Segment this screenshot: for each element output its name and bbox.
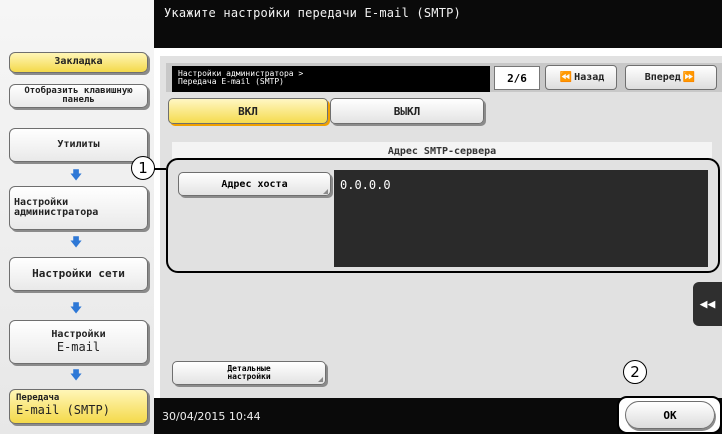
double-right-arrow-icon: ⏩ bbox=[682, 72, 696, 83]
off-toggle-button[interactable]: ВЫКЛ bbox=[330, 98, 484, 124]
down-arrow-icon: 🡇 bbox=[69, 301, 83, 315]
collapse-panel-icon[interactable]: ◀◀ bbox=[693, 282, 722, 326]
nav-step-admin-settings[interactable]: Настройки администратора bbox=[9, 186, 148, 230]
callout-number-2: 2 bbox=[623, 360, 647, 384]
back-button-label: Назад bbox=[574, 72, 605, 83]
callout-number-1: 1 bbox=[131, 156, 155, 180]
detail-settings-label: Детальные настройки bbox=[227, 365, 270, 381]
bookmark-button[interactable]: Закладка bbox=[9, 52, 148, 73]
forward-button[interactable]: Вперед ⏩ bbox=[625, 65, 717, 90]
nav-step-utilities[interactable]: Утилиты bbox=[9, 128, 148, 162]
corner-mark-icon bbox=[318, 377, 323, 382]
header-bar: Укажите настройки передачи E-mail (SMTP) bbox=[154, 0, 722, 48]
detail-settings-button[interactable]: Детальные настройки bbox=[172, 361, 326, 385]
nav-step-email-settings[interactable]: Настройки E-mail bbox=[9, 320, 148, 364]
down-arrow-icon: 🡇 bbox=[69, 168, 83, 182]
display-keypad-button[interactable]: Отобразить клавишную панель bbox=[9, 84, 148, 108]
detail-settings-line2: настройки bbox=[227, 372, 271, 381]
datetime-display: 30/04/2015 10:44 bbox=[162, 410, 261, 423]
ok-button[interactable]: OK bbox=[625, 401, 715, 429]
page-title: Укажите настройки передачи E-mail (SMTP) bbox=[164, 6, 461, 20]
breadcrumb-line2: Передача E-mail (SMTP) bbox=[178, 77, 284, 86]
double-left-arrow-icon: ⏪ bbox=[559, 72, 573, 83]
callout-leader-1 bbox=[154, 168, 166, 170]
down-arrow-icon: 🡇 bbox=[69, 368, 83, 382]
nav-step-email-smtp[interactable]: Передача E-mail (SMTP) bbox=[9, 389, 148, 424]
page-indicator: 2/6 bbox=[494, 66, 540, 90]
down-arrow-icon: 🡇 bbox=[69, 235, 83, 249]
on-toggle-button[interactable]: ВКЛ bbox=[168, 98, 328, 124]
breadcrumb: Настройки администратора > Передача E-ma… bbox=[172, 66, 490, 92]
callout-frame-1 bbox=[166, 158, 720, 273]
nav-step-email-line2: E-mail bbox=[56, 339, 101, 354]
forward-button-label: Вперед bbox=[644, 72, 681, 83]
nav-step-network-settings[interactable]: Настройки сети bbox=[9, 257, 148, 291]
back-button[interactable]: ⏪ Назад bbox=[545, 65, 617, 90]
nav-step-smtp-line2: E-mail (SMTP) bbox=[16, 402, 110, 417]
